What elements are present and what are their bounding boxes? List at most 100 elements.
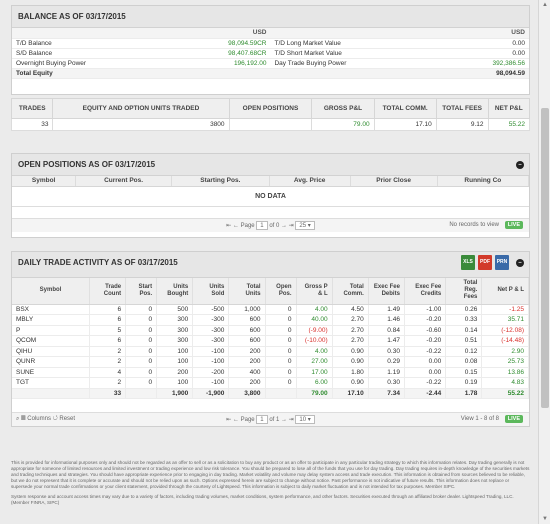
daily-header-row: Symbol Trade Count Start Pos. Units Bought U… [12,278,529,305]
daily-cell: 2.70 [332,314,369,326]
scroll-down-icon[interactable]: ▼ [539,514,550,524]
daily-cell: 0.90 [332,356,369,368]
scroll-thumb[interactable] [541,108,549,408]
positions-column-header[interactable]: Running Co [437,176,530,187]
first-page-icon[interactable]: ⇤ [226,417,231,423]
table-row[interactable]: P 5 0 300 -300 600 0 (-9.00) 2.70 0.84 -0.60 0.14 (-… [12,325,529,336]
daily-column-header[interactable]: Exec Fee Credits [404,278,447,305]
table-row[interactable]: QCOM 6 0 300 -300 600 0 (-10.00) 2.70 1.47 -0.20 0.… [12,335,529,347]
vertical-scrollbar[interactable]: ▲ ▼ [538,0,550,524]
daily-cell: -300 [192,335,230,347]
daily-cell: 0.12 [445,346,483,357]
daily-cell: P [12,325,90,336]
daily-cell: -1.25 [481,304,529,315]
positions-column-header[interactable]: Prior Close [350,176,438,187]
trade-summary: TRADES EQUITY AND OPTION UNITS TRADED OPEN… [10,98,531,136]
daily-column-header[interactable]: Gross P & L [296,278,333,305]
balance-table: USD USD T/D Balance 98,094.59CR T/D Long… [12,28,529,79]
live-badge[interactable]: LIVE [504,415,523,423]
table-row[interactable]: TGT 2 0 100 -100 200 0 6.00 0.90 0.30 -0.22 0.19 4.8… [12,377,529,389]
daily-column-header[interactable]: Total Units [228,278,266,305]
table-row[interactable]: MBLY 6 0 300 -300 600 0 40.00 2.70 1.46 -0.20 0.33 3… [12,314,529,326]
collapse-icon[interactable]: – [516,259,524,267]
table-row[interactable]: SUNE 4 0 200 -200 400 0 17.00 1.80 1.19 0.00 0.15 13… [12,367,529,378]
daily-column-header[interactable]: Net P & L [481,278,529,305]
positions-column-header[interactable]: Avg. Price [269,176,351,187]
daily-cell: 0 [125,377,158,389]
daily-cell: 400 [228,367,266,378]
summary-value-row: 33 3800 79.00 17.10 9.12 55.22 [10,118,531,131]
daily-column-header[interactable]: Total Reg. Fees [445,278,483,305]
daily-cell: 0.90 [332,346,369,357]
scroll-up-icon[interactable]: ▲ [539,0,550,10]
total-equity-row: Total Equity 98,094.59 [12,68,529,79]
live-badge[interactable]: LIVE [504,220,523,229]
summary-column-header: TOTAL COMM. [373,98,437,119]
summary-column-header: GROSS P&L [311,98,375,119]
disclaimer: This is provided for informational purpo… [11,460,531,510]
open-positions-table: Symbol Current Pos. Starting Pos. Avg. Pric… [12,176,530,187]
daily-cell: 4.83 [481,377,529,389]
summary-cell: 9.12 [435,118,489,131]
last-page-icon[interactable]: ⇥ [289,223,294,229]
daily-column-header[interactable]: Exec Fee Debits [368,278,405,305]
daily-cell: 0 [265,335,297,347]
daily-cell: 17.10 [332,388,369,399]
balance-label: T/D Balance [12,38,116,49]
daily-cell [12,388,90,399]
daily-pager: ⌕ ▦ Columns ↺ Reset ⇤ ← Page 1 of 1 → ⇥ … [12,412,529,426]
summary-cell: 79.00 [311,118,375,131]
daily-cell: 0 [265,377,297,389]
page-size-select[interactable]: 25 ▾ [295,220,315,230]
daily-column-header[interactable]: Start Pos. [125,278,158,305]
daily-cell: 2.90 [481,346,529,357]
pdf-export-icon[interactable]: PDF [478,255,492,270]
summary-column-header: TRADES [10,98,54,119]
page-input[interactable]: 1 [256,220,268,230]
positions-column-header[interactable]: Symbol [12,176,77,187]
daily-cell: SUNE [12,367,90,378]
daily-column-header[interactable]: Units Bought [156,278,194,305]
daily-cell: 7.34 [368,388,405,399]
daily-cell: 2 [89,356,127,368]
prev-page-icon[interactable]: ← [233,223,239,229]
daily-cell: 4.00 [296,304,333,315]
next-page-icon[interactable]: → [281,223,287,229]
daily-activity-panel: DAILY TRADE ACTIVITY AS OF 03/17/2015 XL… [11,251,530,427]
balance-value: 196,192.00 [115,58,271,69]
page-input[interactable]: 1 [256,415,268,424]
table-row[interactable]: QUNR 2 0 100 -100 200 0 27.00 0.90 0.29 0.00 0.08 25… [12,356,529,368]
last-page-icon[interactable]: ⇥ [289,417,294,423]
daily-column-header[interactable]: Symbol [12,278,90,305]
excel-export-icon[interactable]: XLS [461,255,475,270]
currency-label-right: USD [373,28,529,39]
table-row[interactable]: QIHU 2 0 100 -100 200 0 4.00 0.90 0.30 -0.22 0.12 2.… [12,346,529,357]
collapse-icon[interactable]: – [516,161,524,169]
daily-cell: 500 [156,304,194,315]
positions-column-header[interactable]: Starting Pos. [171,176,270,187]
daily-cell: 0.00 [404,367,447,378]
daily-column-header[interactable]: Total Comm. [332,278,369,305]
table-row[interactable]: BSX 6 0 500 -500 1,000 0 4.00 4.50 1.49 -1.00 0.26-… [12,304,529,315]
positions-pager: ⇤ ← Page 1 of 0 → ⇥ 25 ▾ No records to v… [12,217,529,232]
daily-column-header[interactable]: Open Pos. [265,278,297,305]
daily-cell: -0.22 [404,377,447,389]
page-label: Page [240,222,255,229]
daily-cell: 3,800 [228,388,266,399]
balance-value: 98,407.68CR [115,48,271,59]
daily-column-header[interactable]: Trade Count [89,278,127,305]
print-icon[interactable]: PRN [495,255,509,270]
first-page-icon[interactable]: ⇤ [226,223,231,229]
daily-cell: 6 [89,314,127,326]
daily-cell: 100 [156,377,194,389]
total-equity-value: 98,094.59 [373,68,529,79]
daily-cell: -100 [192,346,230,357]
page-size-select[interactable]: 10 ▾ [295,415,315,424]
prev-page-icon[interactable]: ← [233,417,239,423]
daily-column-header[interactable]: Units Sold [192,278,230,305]
daily-cell: 1.78 [445,388,483,399]
daily-cell: 300 [156,335,194,347]
positions-column-header[interactable]: Current Pos. [75,176,172,187]
next-page-icon[interactable]: → [281,417,287,423]
records-info: View 1 - 8 of 8 [460,416,499,422]
